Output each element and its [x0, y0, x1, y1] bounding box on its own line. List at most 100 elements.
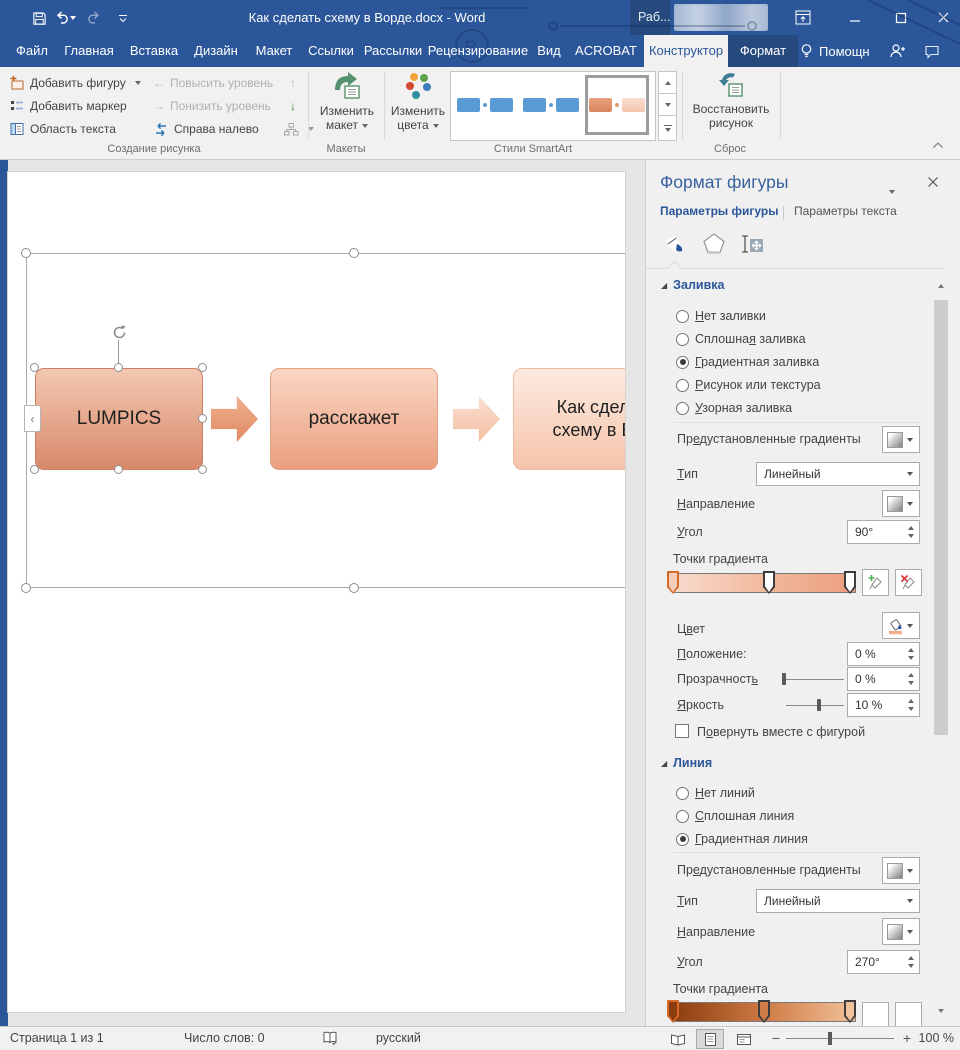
shape-handle[interactable]	[114, 465, 123, 474]
move-down-button[interactable]: ↓	[287, 95, 299, 117]
rotate-handle-icon[interactable]	[111, 324, 128, 341]
brightness-spinner[interactable]: 10 %	[847, 693, 920, 717]
language-indicator[interactable]: русский	[376, 1031, 421, 1045]
tab-mailings[interactable]: Рассылки	[360, 35, 426, 67]
line-none-radio[interactable]: Нет линий	[676, 785, 755, 801]
add-bullet-button[interactable]: Добавить маркер	[6, 95, 130, 117]
add-shape-button[interactable]: Добавить фигуру	[6, 72, 144, 94]
fill-gradient-radio[interactable]: Градиентная заливка	[676, 354, 819, 370]
tab-view[interactable]: Вид	[530, 35, 568, 67]
scrollbar-thumb[interactable]	[934, 300, 948, 735]
minimize-button[interactable]	[838, 0, 872, 35]
read-mode-button[interactable]	[664, 1029, 692, 1049]
add-gradient-stop-button[interactable]	[862, 569, 889, 596]
move-up-button[interactable]: ↑	[287, 72, 299, 94]
line-preset-gradients-dropdown[interactable]	[882, 857, 920, 884]
gallery-scroll-down-button[interactable]	[658, 93, 677, 116]
save-button[interactable]	[28, 7, 50, 29]
fill-color-dropdown[interactable]	[882, 612, 920, 639]
document-page[interactable]: LUMPICS расскажет Как сдела схему в Во ‹	[7, 171, 626, 1013]
tab-smartart-design[interactable]: Конструктор	[644, 35, 728, 67]
shape-handle[interactable]	[30, 465, 39, 474]
word-count[interactable]: Число слов: 0	[184, 1031, 265, 1045]
position-spinner[interactable]: 0 %	[847, 642, 920, 666]
ribbon-display-options-button[interactable]	[786, 0, 820, 35]
line-gradient-radio[interactable]: Градиентная линия	[676, 831, 808, 847]
brightness-slider[interactable]	[786, 705, 844, 706]
change-layout-button[interactable]: Изменить макет	[314, 71, 380, 141]
proofing-status-button[interactable]	[322, 1030, 338, 1046]
smartart-shape-3[interactable]: Как сдела схему в Во	[513, 368, 625, 470]
zoom-level[interactable]: 100 %	[916, 1031, 954, 1045]
close-button[interactable]	[926, 0, 960, 35]
fill-direction-dropdown[interactable]	[882, 490, 920, 517]
layout-properties-icon-button[interactable]	[738, 230, 766, 258]
line-type-dropdown[interactable]: Линейный	[756, 889, 920, 913]
print-layout-button[interactable]	[696, 1029, 724, 1049]
tab-layout[interactable]: Макет	[246, 35, 302, 67]
transparency-slider-thumb[interactable]	[782, 673, 786, 685]
tab-text-options[interactable]: Параметры текста	[794, 204, 897, 218]
shape-handle[interactable]	[198, 465, 207, 474]
shape-handle[interactable]	[30, 363, 39, 372]
zoom-out-button[interactable]: −	[768, 1030, 784, 1046]
page-indicator[interactable]: Страница 1 из 1	[10, 1031, 104, 1045]
undo-dropdown[interactable]	[68, 7, 78, 29]
frame-handle[interactable]	[21, 248, 31, 258]
tell-me-assistant[interactable]: Помощн	[800, 35, 870, 67]
fill-none-radio[interactable]: Нет заливки	[676, 308, 766, 324]
line-add-gradient-stop-button[interactable]	[862, 1002, 889, 1029]
qat-customize-button[interactable]	[112, 7, 134, 29]
tab-design[interactable]: Дизайн	[186, 35, 246, 67]
preset-gradients-dropdown[interactable]	[882, 426, 920, 453]
text-pane-button[interactable]: Область текста	[6, 118, 119, 140]
gallery-scroll-up-button[interactable]	[658, 71, 677, 94]
reset-graphic-button[interactable]: Восстановить рисунок	[688, 71, 774, 141]
change-colors-button[interactable]: Изменить цвета	[388, 71, 448, 141]
style-thumbnail-selected[interactable]	[585, 75, 649, 135]
text-pane-toggle-button[interactable]: ‹	[24, 405, 41, 432]
smartart-shape-2[interactable]: расскажет	[270, 368, 438, 470]
fill-pattern-radio[interactable]: Узорная заливка	[676, 400, 792, 416]
style-thumbnail[interactable]	[519, 75, 583, 135]
scroll-up-button[interactable]	[933, 278, 949, 294]
zoom-slider[interactable]	[786, 1038, 894, 1039]
tab-file[interactable]: Файл	[8, 35, 56, 67]
collapse-ribbon-button[interactable]	[932, 141, 944, 149]
frame-handle[interactable]	[21, 583, 31, 593]
line-direction-dropdown[interactable]	[882, 918, 920, 945]
scroll-down-button[interactable]	[933, 1003, 949, 1019]
share-button[interactable]	[882, 35, 912, 67]
web-layout-button[interactable]	[730, 1029, 758, 1049]
fill-solid-radio[interactable]: Сплошная заливка	[676, 331, 806, 347]
frame-handle[interactable]	[349, 248, 359, 258]
org-chart-layout-button[interactable]	[280, 118, 317, 140]
fill-section-header[interactable]: ◢ Заливка	[661, 278, 724, 292]
zoom-in-button[interactable]: +	[899, 1030, 915, 1046]
remove-gradient-stop-button[interactable]	[895, 569, 922, 596]
redo-button[interactable]	[82, 7, 104, 29]
transparency-slider[interactable]	[784, 679, 844, 680]
tab-home[interactable]: Главная	[56, 35, 122, 67]
brightness-slider-thumb[interactable]	[817, 699, 821, 711]
promote-button[interactable]: ← Повысить уровень	[150, 72, 276, 94]
fill-angle-spinner[interactable]: 90°	[847, 520, 920, 544]
line-solid-radio[interactable]: Сплошная линия	[676, 808, 794, 824]
right-to-left-button[interactable]: Справа налево	[150, 118, 262, 140]
tab-references[interactable]: Ссылки	[302, 35, 360, 67]
transparency-spinner[interactable]: 0 %	[847, 667, 920, 691]
comments-button[interactable]	[916, 35, 948, 67]
tab-shape-options[interactable]: Параметры фигуры	[660, 204, 778, 218]
tab-review[interactable]: Рецензирование	[426, 35, 530, 67]
pane-options-button[interactable]	[889, 184, 895, 198]
smartart-shape-1[interactable]: LUMPICS	[35, 368, 203, 470]
style-thumbnail[interactable]	[453, 75, 517, 135]
pane-scrollbar[interactable]	[933, 278, 949, 1019]
fill-picture-radio[interactable]: Рисунок или текстура	[676, 377, 821, 393]
demote-button[interactable]: → Понизить уровень	[150, 95, 274, 117]
account-name[interactable]: Раб...	[630, 0, 670, 35]
frame-handle[interactable]	[349, 583, 359, 593]
effects-icon-button[interactable]	[700, 230, 728, 258]
line-angle-spinner[interactable]: 270°	[847, 950, 920, 974]
line-remove-gradient-stop-button[interactable]	[895, 1002, 922, 1029]
